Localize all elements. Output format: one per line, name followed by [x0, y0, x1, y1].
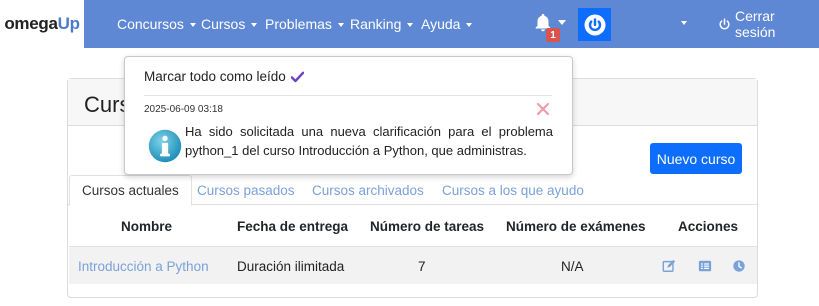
- column-header-fecha: Fecha de entrega: [237, 219, 349, 234]
- tab-cursos-actuales[interactable]: Cursos actuales: [69, 175, 192, 206]
- power-icon: [584, 14, 605, 35]
- tab-cursos-pasados[interactable]: Cursos pasados: [197, 175, 295, 205]
- new-course-button[interactable]: Nuevo curso: [650, 143, 742, 174]
- info-icon: [148, 129, 182, 163]
- course-name-link[interactable]: Introducción a Python: [78, 259, 209, 274]
- notification-timestamp: 2025-06-09 03:18: [144, 104, 223, 115]
- nav-item-concursos[interactable]: Concursos: [117, 0, 196, 48]
- caret-down-icon: [337, 23, 344, 27]
- column-header-examenes: Número de exámenes: [506, 219, 646, 234]
- divider: [144, 95, 552, 96]
- course-exam-count: N/A: [561, 259, 584, 274]
- caret-down-icon: [466, 23, 473, 27]
- course-tabs: Cursos actuales Cursos pasados Cursos ar…: [68, 175, 757, 206]
- list-icon[interactable]: [698, 259, 712, 273]
- logout-link[interactable]: Cerrar sesión: [718, 0, 819, 48]
- notifications-dropdown: Marcar todo como leído 2025-06-09 03:18 …: [124, 56, 573, 175]
- course-task-count: 7: [418, 259, 426, 274]
- caret-down-icon: [189, 23, 196, 27]
- notification-count-badge: 1: [546, 28, 560, 42]
- tab-cursos-ayudo[interactable]: Cursos a los que ayudo: [442, 175, 584, 205]
- nav-item-ranking[interactable]: Ranking: [350, 0, 414, 48]
- edit-icon[interactable]: [662, 259, 676, 273]
- notification-message: Ha sido solicitada una nueva clarificaci…: [185, 124, 553, 158]
- caret-down-icon: [558, 20, 566, 25]
- user-menu-caret-icon[interactable]: [681, 21, 687, 25]
- course-due-date: Duración ilimitada: [237, 259, 345, 274]
- tab-cursos-archivados[interactable]: Cursos archivados: [312, 175, 424, 205]
- column-header-acciones: Acciones: [678, 219, 739, 234]
- column-header-tareas: Número de tareas: [370, 219, 485, 234]
- user-avatar[interactable]: [578, 8, 611, 41]
- nav-item-problemas[interactable]: Problemas: [265, 0, 344, 48]
- brand-text: omegaUp: [4, 14, 80, 33]
- close-icon[interactable]: [536, 102, 550, 116]
- brand-logo[interactable]: omegaUp: [0, 0, 84, 48]
- check-icon: [290, 71, 304, 82]
- column-header-nombre: Nombre: [121, 219, 173, 234]
- caret-down-icon: [407, 23, 414, 27]
- caret-down-icon: [251, 23, 258, 27]
- clock-icon[interactable]: [732, 259, 746, 273]
- power-icon: [719, 17, 730, 29]
- top-navbar: omegaUp Concursos Cursos Problemas Ranki…: [0, 0, 819, 48]
- mark-all-read-button[interactable]: Marcar todo como leído: [144, 69, 304, 84]
- nav-item-ayuda[interactable]: Ayuda: [421, 0, 473, 48]
- nav-item-cursos[interactable]: Cursos: [201, 0, 258, 48]
